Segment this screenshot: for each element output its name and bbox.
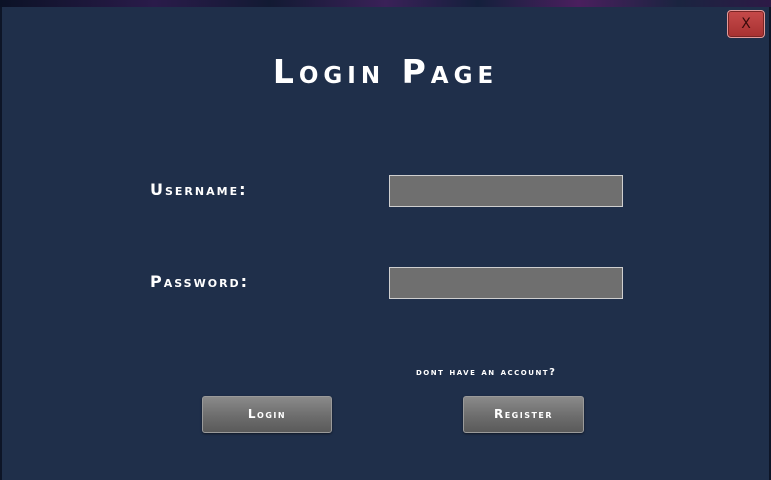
register-button[interactable]: Register bbox=[463, 396, 584, 433]
close-button[interactable]: X bbox=[727, 10, 765, 38]
username-field[interactable] bbox=[389, 175, 623, 207]
login-window: X Login Page Username: Password: dont ha… bbox=[0, 0, 771, 480]
register-prompt: dont have an account? bbox=[416, 367, 557, 378]
top-border-strip bbox=[0, 0, 771, 7]
page-title: Login Page bbox=[272, 52, 499, 91]
password-field[interactable] bbox=[389, 267, 623, 299]
username-label: Username: bbox=[150, 180, 248, 199]
password-label: Password: bbox=[150, 272, 250, 291]
login-button[interactable]: Login bbox=[202, 396, 332, 433]
